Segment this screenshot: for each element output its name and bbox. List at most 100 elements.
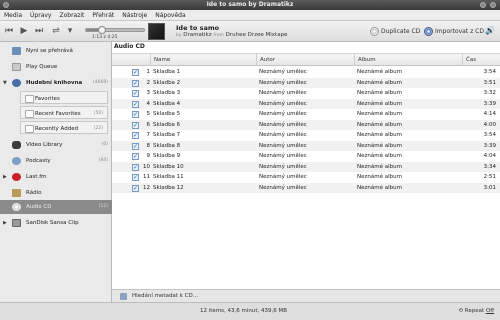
- column-header-author[interactable]: Autor: [256, 54, 354, 66]
- track-checkbox[interactable]: ✓: [132, 163, 139, 171]
- track-time: 2:51: [483, 174, 496, 180]
- sidebar-item-now-playing[interactable]: Nyní se přehrává: [0, 44, 112, 58]
- track-author: Neznámý umělec: [259, 79, 307, 86]
- table-row[interactable]: ✓ 9 Skladba 9 Neznámý umělec Neznámé album 4:…: [112, 151, 500, 162]
- table-row[interactable]: ✓ 3 Skladba 3 Neznámý umělec Neznámé album 3:…: [112, 88, 500, 99]
- shuffle-icon[interactable]: ⇌: [50, 25, 62, 37]
- sidebar-item-lastfm[interactable]: ▶ Last.fm: [0, 170, 112, 184]
- table-row[interactable]: ✓ 8 Skladba 8 Neznámý umělec Neznámé album 3:…: [112, 140, 500, 151]
- track-album: Neznámé album: [357, 69, 402, 75]
- menu-prehrat[interactable]: Přehrát: [88, 10, 118, 21]
- seek-slider[interactable]: [85, 26, 145, 34]
- track-checkbox[interactable]: ✓: [132, 121, 139, 129]
- sidebar-item-recent-favorites[interactable]: Recent Favorites (50): [20, 106, 108, 119]
- sidebar-item-sandisk[interactable]: ▶ SanDisk Sansa Clip: [0, 216, 112, 230]
- minimize-icon[interactable]: [480, 2, 486, 8]
- sidebar-item-label: Favorites: [35, 96, 60, 102]
- collapse-arrow-icon[interactable]: ▼: [3, 76, 7, 90]
- cd-icon: [370, 27, 379, 36]
- sidebar-item-count: (22): [93, 126, 103, 131]
- close-icon[interactable]: [490, 2, 496, 8]
- track-time: 4:14: [483, 111, 496, 117]
- menu-media[interactable]: Media: [0, 10, 26, 21]
- play-queue-icon: [12, 63, 21, 71]
- volume-icon[interactable]: 🔊: [484, 25, 496, 37]
- play-icon[interactable]: ▶: [18, 25, 30, 37]
- track-author: Neznámý umělec: [259, 174, 307, 180]
- previous-icon[interactable]: ⏮: [3, 25, 15, 37]
- import-cd-label: Importovat z CD: [435, 28, 484, 35]
- table-header: Name Autor Album Čas: [112, 53, 500, 66]
- track-number: 10: [143, 163, 150, 170]
- track-checkbox[interactable]: ✓: [132, 132, 139, 139]
- repeat-toggle[interactable]: ⟲ Repeat Off: [458, 303, 494, 320]
- sidebar-item-audio-cd[interactable]: Audio CD (12): [0, 200, 112, 214]
- track-album: Neznámé album: [357, 132, 402, 138]
- library-summary: 12 items, 43,6 minut, 439,6 MB: [200, 308, 288, 314]
- sidebar-item-music-library[interactable]: ▼ Hudební knihovna (4669): [0, 76, 112, 90]
- track-number: 2: [146, 79, 151, 86]
- column-header-name[interactable]: Name: [150, 54, 256, 66]
- column-header-album[interactable]: Album: [354, 54, 462, 66]
- track-checkbox[interactable]: ✓: [132, 79, 139, 87]
- menu-nastroje[interactable]: Nástroje: [118, 10, 151, 21]
- track-time: 3:51: [483, 79, 496, 86]
- sidebar-item-video-library[interactable]: Video Library (0): [0, 138, 112, 152]
- album-art[interactable]: [148, 23, 165, 40]
- table-row[interactable]: ✓ 12 Skladba 12 Neznámý umělec Neznámé album…: [112, 182, 500, 193]
- table-row[interactable]: ✓ 10 Skladba 10 Neznámý umělec Neznámé album…: [112, 161, 500, 172]
- radio-icon: [12, 189, 21, 197]
- by-word: by: [176, 33, 182, 38]
- expand-arrow-icon[interactable]: ▶: [3, 216, 7, 230]
- seek-handle[interactable]: [98, 26, 107, 34]
- track-time: 4:04: [483, 153, 496, 159]
- track-number: 3: [146, 90, 151, 96]
- track-checkbox[interactable]: ✓: [132, 184, 139, 192]
- track-time: 3:54: [483, 69, 496, 75]
- menu-zobrazit[interactable]: Zobrazit: [55, 10, 88, 21]
- duplicate-cd-button[interactable]: Duplicate CD: [370, 26, 420, 37]
- track-author: Neznámý umělec: [259, 142, 307, 149]
- track-checkbox[interactable]: ✓: [132, 69, 139, 76]
- expand-arrow-icon[interactable]: ▶: [3, 170, 7, 184]
- track-name: Skladba 11: [153, 174, 184, 180]
- table-row[interactable]: ✓ 5 Skladba 5 Neznámý umělec Neznámé album 4:…: [112, 109, 500, 120]
- track-album: Neznámé album: [357, 90, 402, 96]
- menu-napoveda[interactable]: Nápověda: [151, 10, 189, 21]
- track-checkbox[interactable]: ✓: [132, 100, 139, 108]
- device-icon: [12, 219, 21, 227]
- track-checkbox[interactable]: ✓: [132, 142, 139, 150]
- table-row[interactable]: ✓ 1 Skladba 1 Neznámý umělec Neznámé album 3:…: [112, 67, 500, 78]
- table-row[interactable]: ✓ 6 Skladba 6 Neznámý umělec Neznámé album 4:…: [112, 119, 500, 130]
- track-number: 6: [146, 121, 151, 128]
- sidebar-item-play-queue[interactable]: Play Queue: [0, 60, 112, 74]
- sidebar-item-podcasts[interactable]: Podcasty (84): [0, 154, 112, 168]
- table-row[interactable]: ✓ 11 Skladba 11 Neznámý umělec Neznámé album…: [112, 172, 500, 183]
- track-checkbox[interactable]: ✓: [132, 174, 139, 181]
- column-header-time[interactable]: Čas: [462, 54, 500, 66]
- import-cd-button[interactable]: Importovat z CD: [424, 26, 484, 37]
- page-title: Audio CD: [114, 43, 145, 50]
- window-menu-icon[interactable]: [3, 2, 9, 8]
- sidebar-item-recently-added[interactable]: Recently Added (22): [20, 121, 108, 134]
- track-checkbox[interactable]: ✓: [132, 111, 139, 118]
- track-name: Skladba 8: [153, 142, 181, 149]
- window-titlebar: Ide to samo by Dramatikz: [0, 0, 500, 10]
- table-row[interactable]: ✓ 2 Skladba 2 Neznámý umělec Neznámé album 3:…: [112, 77, 500, 88]
- menu-upravy[interactable]: Úpravy: [26, 10, 55, 21]
- table-row[interactable]: ✓ 4 Skladba 4 Neznámý umělec Neznámé album 3:…: [112, 98, 500, 109]
- track-album: Neznámé album: [357, 111, 402, 117]
- next-icon[interactable]: ⏭: [33, 25, 45, 37]
- playback-menu-icon[interactable]: ▾: [64, 25, 76, 37]
- track-album: Neznámé album: [357, 174, 402, 180]
- column-header-checkbox[interactable]: [112, 54, 126, 66]
- track-checkbox[interactable]: ✓: [132, 90, 139, 97]
- playback-time: 1:13 z 4:25: [92, 35, 118, 40]
- track-list-panel: Audio CD Name Autor Album Čas ✓ 1 Skladba …: [112, 42, 500, 310]
- track-author: Neznámý umělec: [259, 153, 307, 159]
- now-playing-title: Ide to samo: [176, 24, 220, 32]
- track-checkbox[interactable]: ✓: [132, 153, 139, 160]
- table-row[interactable]: ✓ 7 Skladba 7 Neznámý umělec Neznámé album 3:…: [112, 130, 500, 141]
- sidebar-item-radio[interactable]: Rádio: [0, 186, 112, 200]
- sidebar-item-favorites[interactable]: Favorites: [20, 91, 108, 104]
